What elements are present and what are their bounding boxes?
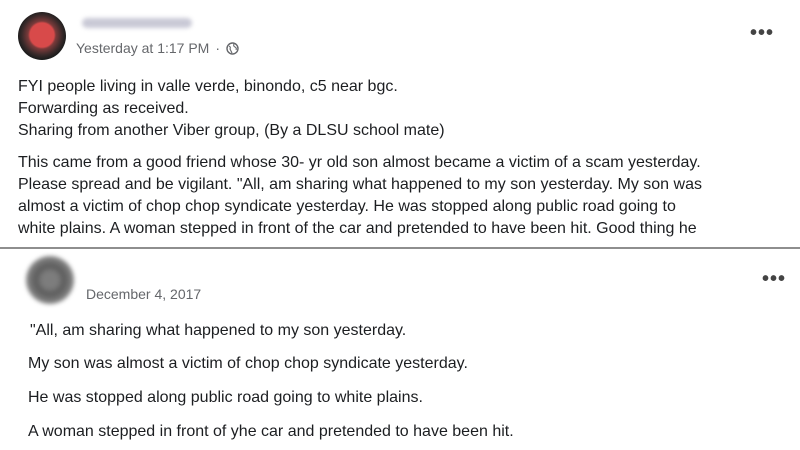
intro-line: FYI people living in valle verde, binond… — [18, 78, 398, 95]
post-timestamp[interactable]: December 4, 2017 — [86, 286, 201, 302]
post-timestamp[interactable]: Yesterday at 1:17 PM — [76, 40, 209, 56]
post-line: He was stopped along public road going t… — [28, 389, 423, 406]
intro-line: Forwarding as received. — [18, 100, 189, 117]
more-options-icon[interactable]: ••• — [750, 23, 774, 43]
post-intro: FYI people living in valle verde, binond… — [18, 76, 445, 142]
body-line: This came from a good friend whose 30- y… — [18, 154, 701, 171]
post-card-1: Yesterday at 1:17 PM · ••• FYI people li… — [0, 0, 800, 247]
more-options-icon[interactable]: ••• — [762, 269, 786, 289]
post-body: This came from a good friend whose 30- y… — [18, 152, 702, 240]
intro-line: Sharing from another Viber group, (By a … — [18, 122, 445, 139]
author-name-blurred[interactable] — [82, 18, 192, 28]
post-meta: Yesterday at 1:17 PM · — [76, 40, 239, 56]
avatar[interactable] — [18, 12, 66, 60]
post-line: "All, am sharing what happened to my son… — [30, 322, 407, 339]
avatar[interactable] — [26, 256, 74, 304]
globe-icon[interactable] — [226, 41, 239, 55]
post-line: A woman stepped in front of yhe car and … — [28, 423, 514, 440]
body-line: almost a victim of chop chop syndicate y… — [18, 198, 676, 215]
post-card-2: ••• "All, am sharing what happened to my… — [0, 249, 800, 450]
body-line: Please spread and be vigilant. "All, am … — [18, 176, 702, 193]
body-line: white plains. A woman stepped in front o… — [18, 220, 697, 237]
post-meta: December 4, 2017 — [86, 286, 201, 302]
post-line: My son was almost a victim of chop chop … — [28, 355, 468, 372]
meta-separator: · — [215, 40, 221, 56]
